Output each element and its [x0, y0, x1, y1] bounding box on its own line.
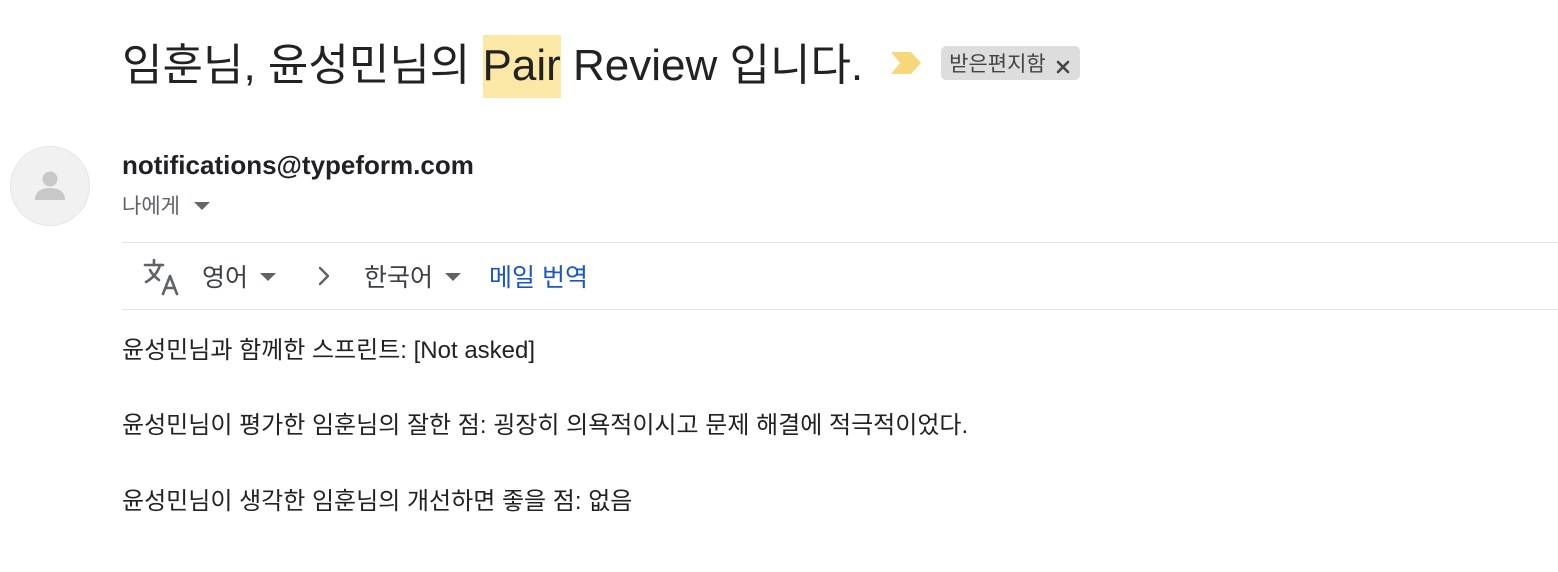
- source-language-label: 영어: [202, 264, 249, 292]
- target-language-select[interactable]: 한국어: [364, 258, 462, 294]
- show-details-chevron-down-icon[interactable]: [193, 202, 210, 210]
- email-subject: 임훈님, 윤성민님의 Pair Review 입니다.: [122, 29, 864, 98]
- divider-top: [122, 242, 1558, 243]
- translate-message-link[interactable]: 메일 번역: [489, 258, 588, 294]
- label-chip-text: 받은편지함: [949, 53, 1046, 76]
- subject-part-before: 임훈님, 윤성민님의: [122, 41, 483, 90]
- target-language-label: 한국어: [364, 264, 434, 292]
- body-line-1: 윤성민님과 함께한 스프린트: [Not asked]: [122, 337, 536, 364]
- translate-bar: 영어 한국어 메일 번역: [142, 250, 588, 302]
- target-language-chevron-down-icon: [445, 273, 462, 281]
- sender-email[interactable]: notifications@typeform.com: [122, 150, 474, 181]
- label-chip-inbox[interactable]: 받은편지함: [941, 46, 1080, 80]
- body-line-2: 윤성민님이 평가한 임훈님의 잘한 점: 굉장히 의욕적이시고 문제 해결에 적…: [122, 412, 969, 439]
- recipient-row[interactable]: 나에게: [122, 190, 210, 220]
- body-line-3: 윤성민님이 생각한 임훈님의 개선하면 좋을 점: 없음: [122, 488, 633, 515]
- source-language-chevron-down-icon: [260, 273, 277, 281]
- person-icon: [35, 171, 65, 200]
- divider-bottom: [122, 309, 1558, 310]
- remove-label-icon[interactable]: [1056, 56, 1070, 74]
- recipient-label: 나에게: [122, 195, 180, 218]
- importance-marker-icon[interactable]: [889, 50, 923, 76]
- source-language-select[interactable]: 영어: [202, 258, 277, 294]
- sender-avatar[interactable]: [10, 146, 90, 226]
- subject-search-highlight: Pair: [482, 35, 561, 98]
- arrow-right-icon: [314, 263, 334, 289]
- translate-icon: [142, 256, 182, 296]
- email-view: 임훈님, 윤성민님의 Pair Review 입니다. 받은편지함 notifi…: [0, 0, 1558, 572]
- subject-part-after: Review 입니다.: [560, 41, 864, 90]
- subject-row: 임훈님, 윤성민님의 Pair Review 입니다. 받은편지함: [122, 28, 1080, 98]
